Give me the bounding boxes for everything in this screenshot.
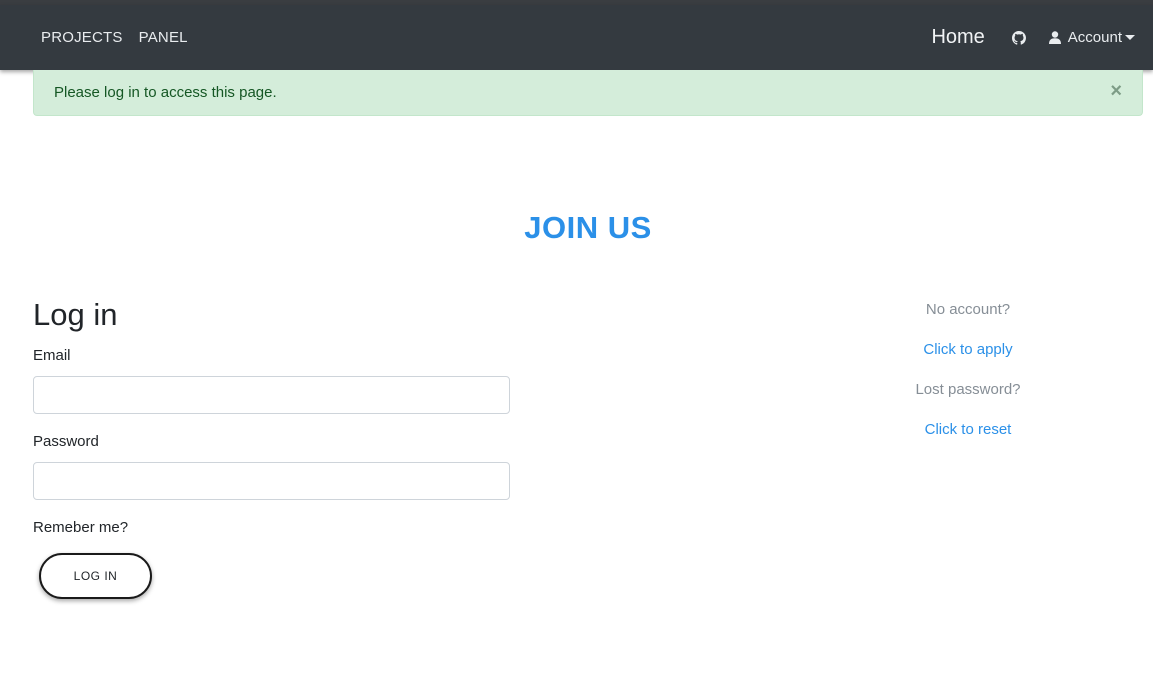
github-icon[interactable]	[1011, 30, 1027, 46]
apply-link[interactable]: Click to apply	[868, 341, 1068, 358]
login-title: Log in	[33, 297, 118, 332]
alert-message: Please log in to access this page.	[54, 84, 277, 101]
reset-password-link[interactable]: Click to reset	[868, 421, 1068, 438]
user-icon	[1048, 30, 1061, 45]
nav-right-links: Home Account	[931, 5, 1135, 70]
nav-left-links: PROJECTS PANEL	[41, 5, 188, 70]
password-field[interactable]	[33, 462, 510, 500]
remember-me-label[interactable]: Remeber me?	[33, 519, 128, 536]
chevron-down-icon	[1125, 35, 1135, 40]
login-required-alert: Please log in to access this page. ×	[33, 70, 1143, 116]
no-account-text: No account?	[925, 301, 1011, 318]
join-us-headline: JOIN US	[524, 210, 652, 245]
password-label: Password	[33, 433, 99, 450]
top-navbar: PROJECTS PANEL Home Account	[0, 5, 1153, 70]
email-field[interactable]	[33, 376, 510, 414]
email-label: Email	[33, 347, 71, 364]
close-icon[interactable]: ×	[1110, 80, 1122, 102]
lost-password-text: Lost password?	[915, 381, 1021, 398]
nav-link-panel[interactable]: PANEL	[139, 29, 188, 46]
account-dropdown[interactable]: Account	[1048, 29, 1135, 46]
nav-link-projects[interactable]: PROJECTS	[41, 29, 123, 46]
log-in-button[interactable]: LOG IN	[39, 553, 152, 599]
account-label: Account	[1067, 29, 1122, 46]
nav-link-home[interactable]: Home	[931, 26, 984, 49]
